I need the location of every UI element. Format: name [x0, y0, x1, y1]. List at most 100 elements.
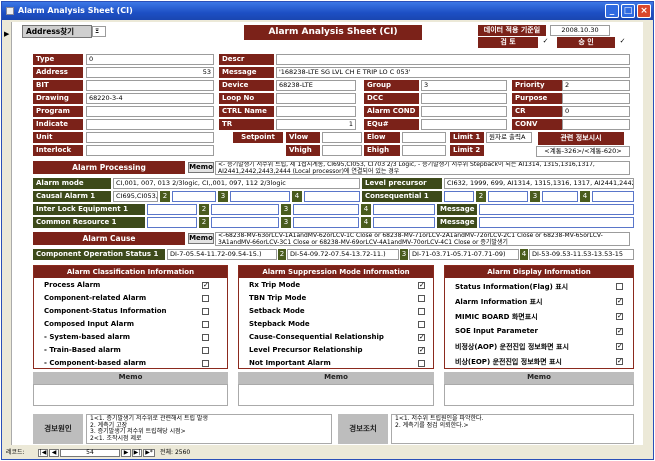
first-record-button[interactable]: |◀	[38, 449, 48, 457]
cr-field[interactable]: 0	[562, 106, 630, 117]
suppression-item-checkbox[interactable]: ✓	[418, 347, 425, 354]
record-selector[interactable]: ▶	[2, 22, 12, 445]
consequential-3-field[interactable]	[542, 191, 578, 202]
address-field[interactable]: 53	[86, 67, 214, 78]
ehigh-field[interactable]	[402, 145, 446, 156]
limit2-field[interactable]: <계통-326>/<계통-620>	[536, 146, 630, 157]
memo2-field[interactable]	[238, 384, 434, 406]
suppression-item-checkbox[interactable]	[418, 308, 425, 315]
alarm-processing-memo-button[interactable]: Memo	[188, 162, 214, 173]
date-field[interactable]: 2008.10.30	[550, 25, 610, 36]
drawing-field[interactable]: 68220-3-4	[86, 93, 214, 104]
equ-field[interactable]	[421, 119, 507, 130]
classification-item-checkbox[interactable]	[202, 308, 209, 315]
conv-field[interactable]	[562, 119, 630, 130]
interlock-equipment-2-field[interactable]	[211, 204, 279, 215]
common-resource-message-field[interactable]	[479, 217, 634, 228]
loop-no-field[interactable]	[276, 93, 356, 104]
suppression-item-label: Stepback Mode	[249, 320, 310, 328]
interlock-equipment-4-field[interactable]	[373, 204, 435, 215]
consequential-2-field[interactable]	[488, 191, 528, 202]
alarm-cond-field[interactable]	[421, 106, 507, 117]
tr-field[interactable]: 1	[276, 119, 356, 130]
interlock-equipment-3-field[interactable]	[293, 204, 359, 215]
elow-field[interactable]	[402, 132, 446, 143]
next-record-button[interactable]: ▶	[121, 449, 131, 457]
level-precursor-field[interactable]: CI632, 1999, 699, AI1314, 1315,1316, 131…	[444, 178, 634, 189]
group-field[interactable]: 3	[421, 80, 507, 91]
component-status-3-field[interactable]: DI-71-03.71-05.71-07.71-09)	[409, 249, 519, 260]
alarm-cause-memo-field[interactable]: <-68238-MV-63orLCV-1A1andMV-62orLCV-1C C…	[215, 232, 630, 246]
memo3-field[interactable]	[444, 384, 634, 406]
common-resource-1-field[interactable]	[147, 217, 197, 228]
vhigh-field[interactable]	[322, 145, 362, 156]
suppression-item-checkbox[interactable]	[418, 360, 425, 367]
suppression-item-checkbox[interactable]	[418, 321, 425, 328]
alarm-action-field[interactable]: 1<1. 저수위 트립원인을 파악한다. 2. 계측기를 점검 의뢰한다.>	[391, 414, 634, 444]
descr-field[interactable]	[276, 54, 630, 65]
consequential-1-field[interactable]	[444, 191, 474, 202]
component-status-1-field[interactable]: DI-7-05.54-11.72-09.54-15.)	[167, 249, 277, 260]
alarm-mode-field[interactable]: CI,001, 007, 013 2/3logic, CI,,001, 097,…	[113, 178, 360, 189]
display-item-checkbox[interactable]: ✓	[616, 298, 623, 305]
display-item-checkbox[interactable]: ✓	[616, 328, 623, 335]
record-number-field[interactable]: 54	[60, 449, 120, 457]
alarm-cause-text-field[interactable]: 1<1. 증기발생기 저수위로 관련해서 트립 발생 2. 계측기 고장 3. …	[86, 414, 332, 444]
classification-item-checkbox[interactable]	[202, 295, 209, 302]
ctrl-name-field[interactable]	[276, 106, 356, 117]
display-item-checkbox[interactable]: ✓	[616, 358, 623, 365]
address-search-input[interactable]: Ξ	[92, 26, 106, 37]
interlock-message-label: Message	[437, 204, 477, 215]
new-record-button[interactable]: ▶*	[143, 449, 155, 457]
limit1-field[interactable]: 원자로 출력A	[486, 132, 532, 143]
minimize-button[interactable]: _	[605, 4, 619, 18]
review-checkbox[interactable]: ✓	[542, 38, 549, 46]
classification-item-checkbox[interactable]: ✓	[202, 282, 209, 289]
purpose-field[interactable]	[562, 93, 630, 104]
display-item-checkbox[interactable]	[616, 283, 623, 290]
interlock-message-field[interactable]	[479, 204, 634, 215]
interlock-field[interactable]	[86, 145, 214, 156]
priority-field[interactable]: 2	[562, 80, 630, 91]
consequential-4-field[interactable]	[592, 191, 634, 202]
suppression-item-checkbox[interactable]: ✓	[418, 282, 425, 289]
close-button[interactable]: ×	[637, 4, 651, 18]
display-item-checkbox[interactable]: ✓	[616, 313, 623, 320]
alarm-processing-memo-field[interactable]: <- 증기발생기 저수위 트립, 제 1접지계통, CI695,CI053, C…	[215, 161, 630, 175]
maximize-button[interactable]: □	[621, 4, 635, 18]
classification-item-checkbox[interactable]	[202, 321, 209, 328]
classification-item-checkbox[interactable]	[202, 347, 209, 354]
causal-alarm-2-field[interactable]	[172, 191, 216, 202]
component-status-2-field[interactable]: DI-54-09.72-07.54-13.72-11.)	[287, 249, 399, 260]
record-pointer-icon: ▶	[4, 30, 10, 38]
suppression-item-checkbox[interactable]: ✓	[418, 334, 425, 341]
prev-record-button[interactable]: ◀	[49, 449, 59, 457]
classification-item-checkbox[interactable]	[202, 360, 209, 367]
unit-field[interactable]	[86, 132, 214, 143]
common-resource-2-field[interactable]	[211, 217, 279, 228]
causal-alarm-3-field[interactable]	[230, 191, 290, 202]
type-field[interactable]: 0	[86, 54, 214, 65]
suppression-panel: Alarm Suppression Mode Information Rx Tr…	[238, 265, 434, 369]
last-record-button[interactable]: ▶|	[132, 449, 142, 457]
related-info-button[interactable]: 관련 정보시시	[538, 132, 624, 145]
component-status-4-field[interactable]: DI-53-09.53-11.53-13.53-15	[529, 249, 634, 260]
classification-item-checkbox[interactable]	[202, 334, 209, 341]
interlock-equipment-1-field[interactable]	[147, 204, 197, 215]
display-item-checkbox[interactable]: ✓	[616, 343, 623, 350]
dcc-field[interactable]	[421, 93, 507, 104]
memo1-field[interactable]	[33, 384, 228, 406]
vlow-field[interactable]	[322, 132, 362, 143]
causal-alarm-1-field[interactable]: CI695,CI053,	[113, 191, 158, 202]
causal-alarm-4-field[interactable]	[304, 191, 360, 202]
suppression-item-checkbox[interactable]	[418, 295, 425, 302]
program-field[interactable]	[86, 106, 214, 117]
common-resource-4-field[interactable]	[373, 217, 435, 228]
device-field[interactable]: 68238-LTE	[276, 80, 356, 91]
indicate-field[interactable]	[86, 119, 214, 130]
alarm-cause-memo-button[interactable]: Memo	[188, 233, 214, 244]
bit-field[interactable]	[86, 80, 214, 91]
approve-checkbox[interactable]: ✓	[619, 38, 626, 46]
message-field[interactable]: '168238-LTE SG LVL CH E TRIP LO C 053'	[276, 67, 630, 78]
common-resource-3-field[interactable]	[293, 217, 359, 228]
